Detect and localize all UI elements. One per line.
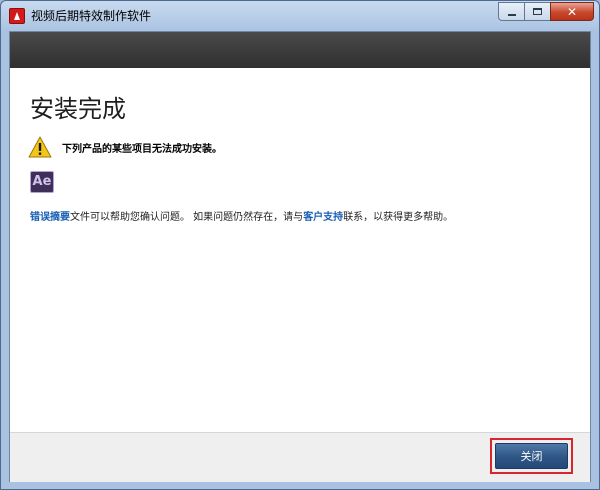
after-effects-icon: Ae [30,171,54,193]
warning-icon [28,136,52,158]
footer-bar: 关闭 [10,432,590,482]
info-text-1: 文件可以帮助您确认问题。 如果问题仍然存在，请与 [70,212,304,223]
info-text-2: 联系，以获得更多帮助。 [343,212,454,223]
installer-window: 视频后期特效制作软件 ✕ 安装完成 下列产品的某些项目无法成功安装。 Ae 错误… [0,0,600,490]
minimize-button[interactable] [498,2,524,21]
maximize-button[interactable] [524,2,550,21]
adobe-icon [9,8,25,24]
customer-support-link[interactable]: 客户支持 [303,212,343,223]
header-band [10,32,590,68]
info-message: 错误摘要文件可以帮助您确认问题。 如果问题仍然存在，请与客户支持联系，以获得更多… [30,208,453,223]
warning-message: 下列产品的某些项目无法成功安装。 [62,144,222,155]
maximize-icon [533,8,542,15]
error-summary-link[interactable]: 错误摘要 [30,212,70,223]
window-controls: ✕ [498,2,594,22]
close-icon: ✕ [566,4,578,19]
page-title: 安装完成 [30,95,126,123]
minimize-icon [507,13,516,16]
window-close-button[interactable]: ✕ [550,2,594,21]
dialog-body: 安装完成 下列产品的某些项目无法成功安装。 Ae 错误摘要文件可以帮助您确认问题… [9,31,591,482]
title-bar[interactable]: 视频后期特效制作软件 ✕ [1,1,599,31]
close-button[interactable]: 关闭 [495,443,568,469]
window-title: 视频后期特效制作软件 [31,9,152,23]
